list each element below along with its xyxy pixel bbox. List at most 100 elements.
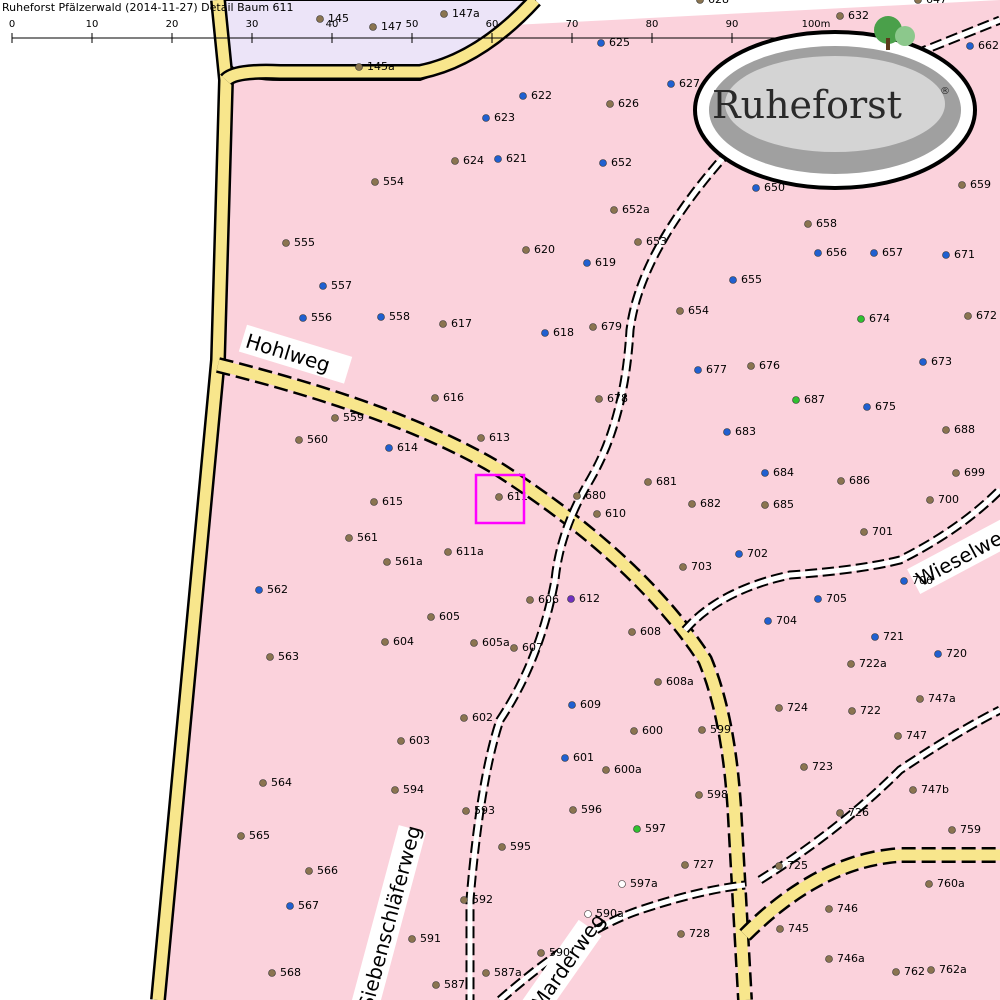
tree-dot[interactable] <box>295 436 303 444</box>
tree-dot[interactable] <box>644 478 652 486</box>
tree-dot[interactable] <box>909 786 917 794</box>
tree-dot[interactable] <box>369 23 377 31</box>
tree-dot[interactable] <box>370 498 378 506</box>
tree-dot[interactable] <box>568 701 576 709</box>
tree-dot[interactable] <box>589 323 597 331</box>
tree-dot[interactable] <box>569 806 577 814</box>
tree-dot[interactable] <box>634 238 642 246</box>
tree-dot[interactable] <box>537 949 545 957</box>
tree-dot[interactable] <box>942 426 950 434</box>
tree-dot[interactable] <box>305 867 313 875</box>
tree-dot[interactable] <box>964 312 972 320</box>
tree-dot[interactable] <box>316 15 324 23</box>
tree-dot[interactable] <box>735 550 743 558</box>
tree-dot[interactable] <box>814 595 822 603</box>
tree-dot[interactable] <box>934 650 942 658</box>
tree-dot[interactable] <box>837 477 845 485</box>
tree-dot[interactable] <box>510 644 518 652</box>
tree-dot[interactable] <box>432 981 440 989</box>
tree-dot[interactable] <box>377 313 385 321</box>
tree-dot[interactable] <box>595 395 603 403</box>
tree-dot[interactable] <box>919 358 927 366</box>
tree-dot[interactable] <box>470 639 478 647</box>
tree-dot[interactable] <box>584 910 592 918</box>
tree-dot[interactable] <box>460 896 468 904</box>
tree-dot[interactable] <box>451 157 459 165</box>
tree-dot[interactable] <box>237 832 245 840</box>
tree-dot[interactable] <box>286 902 294 910</box>
tree-dot[interactable] <box>440 10 448 18</box>
tree-dot[interactable] <box>761 501 769 509</box>
tree-dot[interactable] <box>427 613 435 621</box>
tree-dot[interactable] <box>498 843 506 851</box>
tree-dot[interactable] <box>860 528 868 536</box>
tree-dot[interactable] <box>597 39 605 47</box>
tree-dot[interactable] <box>942 251 950 259</box>
tree-dot[interactable] <box>792 396 800 404</box>
tree-dot[interactable] <box>602 766 610 774</box>
tree-dot[interactable] <box>391 786 399 794</box>
tree-dot[interactable] <box>695 791 703 799</box>
tree-dot[interactable] <box>606 100 614 108</box>
tree-dot[interactable] <box>747 362 755 370</box>
tree-dot[interactable] <box>825 955 833 963</box>
forest-map[interactable]: Hohlweg Wieselweg Siebenschläferweg Mard… <box>0 0 1000 1000</box>
tree-dot[interactable] <box>397 737 405 745</box>
tree-dot[interactable] <box>444 548 452 556</box>
tree-dot[interactable] <box>677 930 685 938</box>
tree-dot[interactable] <box>764 617 772 625</box>
tree-dot[interactable] <box>688 500 696 508</box>
tree-dot[interactable] <box>848 707 856 715</box>
tree-dot[interactable] <box>519 92 527 100</box>
tree-dot[interactable] <box>892 968 900 976</box>
tree-dot[interactable] <box>259 779 267 787</box>
tree-dot[interactable] <box>916 695 924 703</box>
tree-dot[interactable] <box>804 220 812 228</box>
tree-dot[interactable] <box>460 714 468 722</box>
tree-dot[interactable] <box>408 935 416 943</box>
tree-dot[interactable] <box>462 807 470 815</box>
tree-dot[interactable] <box>266 653 274 661</box>
tree-dot[interactable] <box>610 206 618 214</box>
tree-dot[interactable] <box>522 246 530 254</box>
tree-dot[interactable] <box>900 577 908 585</box>
tree-dot[interactable] <box>567 595 575 603</box>
tree-dot[interactable] <box>676 307 684 315</box>
tree-dot[interactable] <box>894 732 902 740</box>
tree-dot[interactable] <box>633 825 641 833</box>
tree-dot[interactable] <box>836 12 844 20</box>
tree-dot[interactable] <box>681 861 689 869</box>
tree-dot[interactable] <box>383 558 391 566</box>
tree-dot[interactable] <box>439 320 447 328</box>
tree-dot[interactable] <box>268 969 276 977</box>
tree-dot[interactable] <box>729 276 737 284</box>
tree-dot[interactable] <box>871 633 879 641</box>
tree-dot[interactable] <box>825 905 833 913</box>
tree-dot[interactable] <box>482 969 490 977</box>
tree-dot[interactable] <box>618 880 626 888</box>
tree-dot[interactable] <box>800 763 808 771</box>
tree-dot[interactable] <box>345 534 353 542</box>
tree-dot[interactable] <box>694 366 702 374</box>
tree-dot[interactable] <box>948 826 956 834</box>
tree-dot[interactable] <box>593 510 601 518</box>
tree-dot[interactable] <box>698 726 706 734</box>
tree-dot[interactable] <box>355 63 363 71</box>
tree-dot[interactable] <box>927 966 935 974</box>
tree-dot[interactable] <box>847 660 855 668</box>
tree-dot[interactable] <box>381 638 389 646</box>
tree-dot[interactable] <box>494 155 502 163</box>
tree-dot[interactable] <box>761 469 769 477</box>
tree-dot[interactable] <box>583 259 591 267</box>
tree-dot[interactable] <box>857 315 865 323</box>
tree-dot[interactable] <box>299 314 307 322</box>
tree-dot[interactable] <box>925 880 933 888</box>
tree-dot[interactable] <box>482 114 490 122</box>
tree-dot[interactable] <box>836 809 844 817</box>
tree-dot[interactable] <box>282 239 290 247</box>
tree-dot[interactable] <box>630 727 638 735</box>
tree-dot[interactable] <box>561 754 569 762</box>
tree-dot[interactable] <box>331 414 339 422</box>
tree-dot[interactable] <box>255 586 263 594</box>
tree-dot[interactable] <box>526 596 534 604</box>
